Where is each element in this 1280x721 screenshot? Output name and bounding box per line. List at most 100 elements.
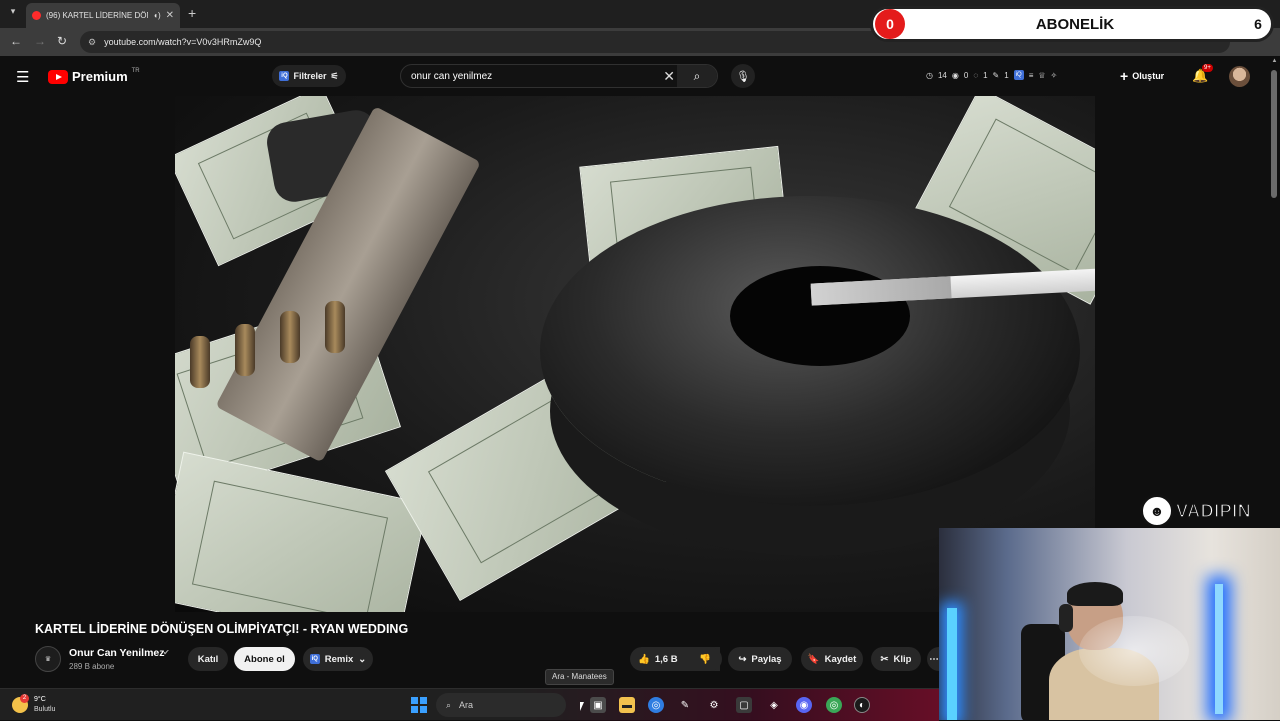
eye-icon: ◉ xyxy=(951,70,959,80)
stat-views: 0 xyxy=(963,70,969,80)
verified-icon: ✔ xyxy=(163,648,170,657)
voice-search-button[interactable]: 🎙 xyxy=(731,64,755,88)
share-icon: ↪ xyxy=(738,653,747,665)
subscribe-button[interactable]: Abone ol xyxy=(234,647,295,671)
search-query: onur can yenilmez xyxy=(411,70,493,82)
join-button[interactable]: Katıl xyxy=(188,647,228,671)
headset-image xyxy=(1059,604,1073,632)
notification-count-badge: 9+ xyxy=(1202,64,1213,72)
dislike-button[interactable]: 👎 xyxy=(688,647,722,671)
youtube-header: ☰ Premium TR iQ Filtreler ⚟ onur can yen… xyxy=(0,56,1280,96)
create-button[interactable]: + Oluştur xyxy=(1120,66,1164,86)
obs-icon[interactable]: ◐ xyxy=(854,697,870,713)
bullet-image xyxy=(190,336,210,388)
region-code: TR xyxy=(131,67,140,74)
scissors-icon: ✂ xyxy=(880,653,889,665)
site-info-icon[interactable]: ⚙ xyxy=(88,37,96,48)
temperature: 9°C xyxy=(34,696,46,703)
task-view-icon[interactable]: ▣ xyxy=(590,697,606,713)
forward-icon[interactable]: → xyxy=(34,34,46,48)
plus-icon: + xyxy=(1120,68,1129,84)
clip-label: Klip xyxy=(893,653,912,665)
taskbar-search-label: Ara xyxy=(459,700,474,710)
smoke-cloud xyxy=(1079,616,1189,686)
save-button[interactable]: 🔖 Kaydet xyxy=(801,647,863,671)
browser-tab[interactable]: (96) KARTEL LİDERİNE DÖN ◖) ✕ xyxy=(26,3,180,28)
chevron-down-icon: ⌄ xyxy=(358,653,367,665)
clear-search-icon[interactable]: ✕ xyxy=(663,68,675,85)
start-button[interactable] xyxy=(411,697,427,713)
sparkle-icon[interactable]: ✧ xyxy=(1051,71,1058,80)
save-label: Kaydet xyxy=(824,653,857,665)
channel-avatar[interactable]: ♛ xyxy=(35,646,61,672)
youtube-premium-logo[interactable]: Premium TR xyxy=(48,67,140,84)
notifications-button[interactable]: 🔔 9+ xyxy=(1192,64,1213,84)
neon-light-right xyxy=(1215,584,1223,714)
filters-label: Filtreler xyxy=(293,71,327,81)
network-icon[interactable]: ◈ xyxy=(766,697,782,713)
sliders-icon: ⚟ xyxy=(330,70,339,81)
trophy-icon[interactable]: ♕ xyxy=(1038,71,1045,80)
account-avatar[interactable] xyxy=(1229,66,1250,87)
weather-widget[interactable]: 2 9°C Bulutlu xyxy=(12,694,56,715)
thumbs-up-icon: 👍 xyxy=(638,653,650,665)
mouse-cursor-icon xyxy=(580,702,584,711)
brand-text: Premium xyxy=(72,69,128,84)
chrome-icon[interactable]: ◎ xyxy=(648,697,664,713)
stat-watch: 14 xyxy=(937,70,947,80)
search-icon: ⌕ xyxy=(693,68,701,83)
subscriber-goal-overlay: 0 ABONELİK 6 xyxy=(870,6,1274,42)
settings-gear-icon[interactable]: ⚙ xyxy=(706,697,722,713)
share-label: Paylaş xyxy=(751,653,782,665)
create-label: Oluştur xyxy=(1132,71,1165,81)
back-icon[interactable]: ← xyxy=(10,34,22,48)
channel-row: ♛ Onur Can Yenilmez ✔ 289 B abone Katıl … xyxy=(35,646,941,674)
share-button[interactable]: ↪ Paylaş xyxy=(728,647,792,671)
tab-search-icon[interactable]: ▾ xyxy=(6,6,20,20)
channel-name[interactable]: Onur Can Yenilmez xyxy=(69,647,165,659)
extension-icon[interactable]: iQ xyxy=(1013,70,1024,80)
search-icon: ⌕ xyxy=(446,699,452,710)
sponsor-logo: ☻ VADIPIN xyxy=(1140,494,1270,528)
extension-stats: ◷ 14 ◉ 0 ◌ 1 ✎ 1 iQ ≡ ♕ ✧ xyxy=(926,70,1057,80)
audio-icon[interactable]: ◖) xyxy=(153,11,161,20)
new-tab-button[interactable]: + xyxy=(188,5,196,21)
weather-alert-badge: 2 xyxy=(20,694,29,703)
file-explorer-icon[interactable]: ▬ xyxy=(619,697,635,713)
stat-seen: 1 xyxy=(983,70,988,80)
reload-icon[interactable]: ↻ xyxy=(57,34,67,48)
overlay-label: ABONELİK xyxy=(1035,15,1115,33)
bookmark-icon: 🔖 xyxy=(807,653,820,665)
video-title: KARTEL LİDERİNE DÖNÜŞEN OLİMPİYATÇI! - R… xyxy=(35,622,409,636)
taskbar-search[interactable]: ⌕ Ara xyxy=(436,693,566,717)
page-scrollbar[interactable] xyxy=(1271,70,1277,198)
remix-button[interactable]: iQ Remix ⌄ xyxy=(303,647,373,671)
tab-title: (96) KARTEL LİDERİNE DÖN xyxy=(46,11,149,20)
eye-outline-icon: ◌ xyxy=(973,70,979,80)
extension-icon: iQ xyxy=(309,654,320,664)
search-input[interactable]: onur can yenilmez ✕ ⌕ xyxy=(400,64,718,88)
filters-button[interactable]: iQ Filtreler ⚟ xyxy=(272,65,346,87)
microphone-icon: 🎙 xyxy=(736,70,750,83)
chrome-profile-icon[interactable]: ◎ xyxy=(826,697,842,713)
menu-icon[interactable]: ☰ xyxy=(16,68,29,86)
search-button[interactable]: ⌕ xyxy=(677,65,717,87)
tab-close-icon[interactable]: ✕ xyxy=(166,10,174,21)
list-icon[interactable]: ≡ xyxy=(1029,71,1034,80)
youtube-favicon-icon xyxy=(32,11,41,20)
overlay-left-count: 0 xyxy=(875,9,905,39)
pen-tool-icon[interactable]: ✎ xyxy=(677,697,693,713)
youtube-play-icon xyxy=(48,69,68,84)
extension-icon: iQ xyxy=(279,71,290,81)
overlay-right-count: 6 xyxy=(1254,16,1262,32)
app-window-icon[interactable]: ▢ xyxy=(736,697,752,713)
clip-button[interactable]: ✂ Klip xyxy=(871,647,921,671)
discord-icon[interactable]: ◉ xyxy=(796,697,812,713)
bullet-image xyxy=(280,311,300,363)
clock-icon: ◷ xyxy=(926,70,933,80)
streamer-hair xyxy=(1067,582,1123,606)
like-count: 1,6 B xyxy=(654,653,678,665)
weather-description: Bulutlu xyxy=(34,706,56,713)
url-text: youtube.com/watch?v=V0v3HRmZw9Q xyxy=(104,37,262,47)
scroll-up-arrow-icon[interactable]: ▲ xyxy=(1269,58,1280,64)
